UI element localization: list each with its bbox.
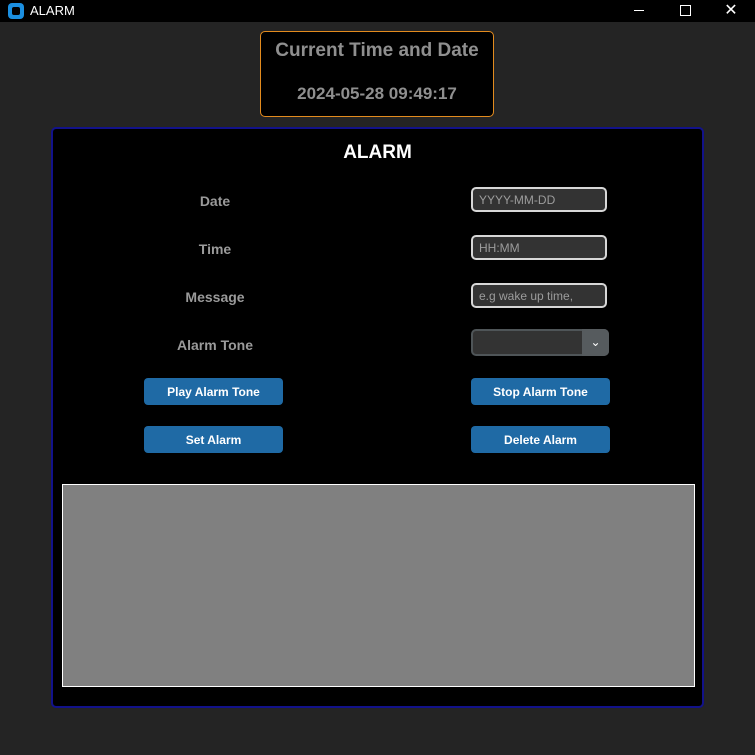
alarm-output-area[interactable] xyxy=(62,484,695,687)
time-label: Time xyxy=(198,241,232,257)
play-alarm-tone-button[interactable]: Play Alarm Tone xyxy=(144,378,283,405)
alarm-window: ALARM ✕ Current Time and Date 2024-05-28… xyxy=(0,0,755,755)
app-icon xyxy=(8,3,24,19)
clock-value: 2024-05-28 09:49:17 xyxy=(297,84,457,103)
alarm-tone-dropdown[interactable]: ⌄ xyxy=(471,329,609,356)
message-input[interactable] xyxy=(471,283,607,308)
time-input[interactable] xyxy=(471,235,607,260)
minimize-icon xyxy=(634,10,644,11)
close-icon: ✕ xyxy=(724,0,738,19)
message-label: Message xyxy=(185,289,245,305)
maximize-button[interactable] xyxy=(662,0,708,22)
minimize-button[interactable] xyxy=(616,0,662,22)
close-button[interactable]: ✕ xyxy=(708,0,754,22)
alarm-tone-label: Alarm Tone xyxy=(177,337,253,353)
window-title: ALARM xyxy=(30,3,75,18)
title-bar: ALARM ✕ xyxy=(0,0,755,22)
stop-alarm-tone-button[interactable]: Stop Alarm Tone xyxy=(471,378,610,405)
date-input[interactable] xyxy=(471,187,607,212)
chevron-down-icon[interactable]: ⌄ xyxy=(582,329,609,356)
delete-alarm-button[interactable]: Delete Alarm xyxy=(471,426,610,453)
set-alarm-button[interactable]: Set Alarm xyxy=(144,426,283,453)
alarm-heading: ALARM xyxy=(343,142,412,163)
clock-title: Current Time and Date xyxy=(275,40,479,61)
date-label: Date xyxy=(199,193,231,209)
current-time-box: Current Time and Date 2024-05-28 09:49:1… xyxy=(260,31,494,117)
alarm-panel: ALARM Date Time Message Alarm Tone ⌄ Pla… xyxy=(51,127,704,708)
maximize-icon xyxy=(680,5,691,16)
